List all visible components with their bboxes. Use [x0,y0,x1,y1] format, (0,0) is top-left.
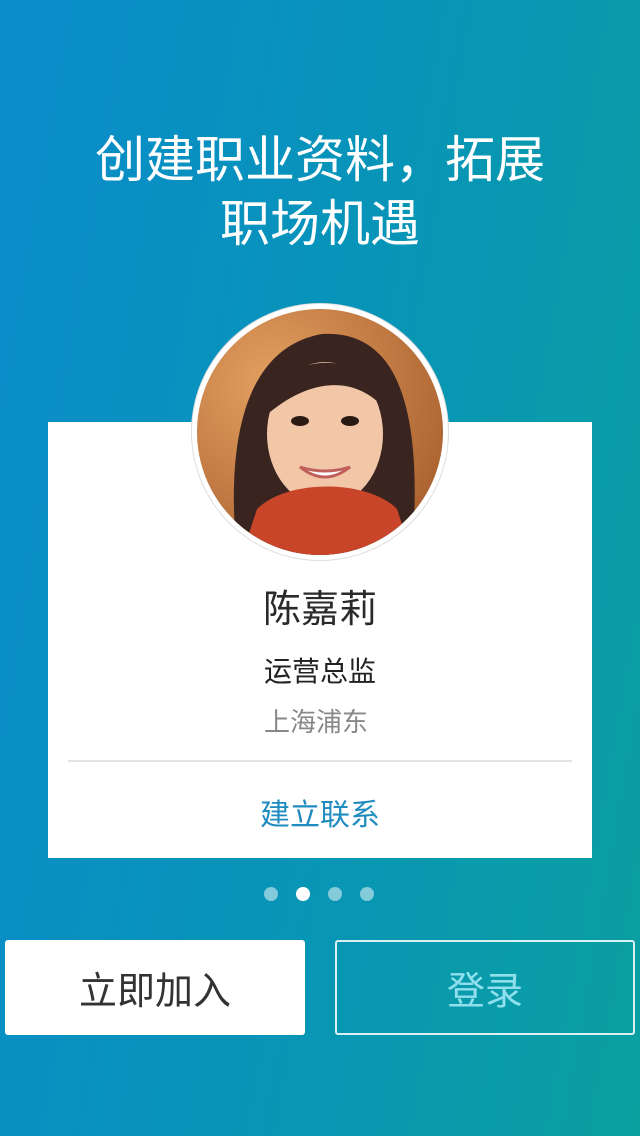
join-now-button[interactable]: 立即加入 [5,940,305,1035]
page-dot-1[interactable] [264,887,278,901]
profile-job-title: 运营总监 [264,655,377,688]
login-button[interactable]: 登录 [335,940,635,1035]
avatar-photo [197,309,443,555]
profile-name: 陈嘉莉 [262,587,377,631]
page-dot-2-active[interactable] [296,887,310,901]
page-indicator [264,887,374,901]
connect-button[interactable]: 建立联系 [0,790,640,834]
headline: 创建职业资料，拓展 职场机遇 [0,128,640,256]
headline-line-1: 创建职业资料，拓展 [95,131,545,189]
headline-line-2: 职场机遇 [220,195,420,253]
profile-avatar [192,304,448,560]
profile-location: 上海浦东 [264,708,369,738]
page-dot-3[interactable] [328,887,342,901]
page-dot-4[interactable] [360,887,374,901]
card-divider [68,760,572,762]
